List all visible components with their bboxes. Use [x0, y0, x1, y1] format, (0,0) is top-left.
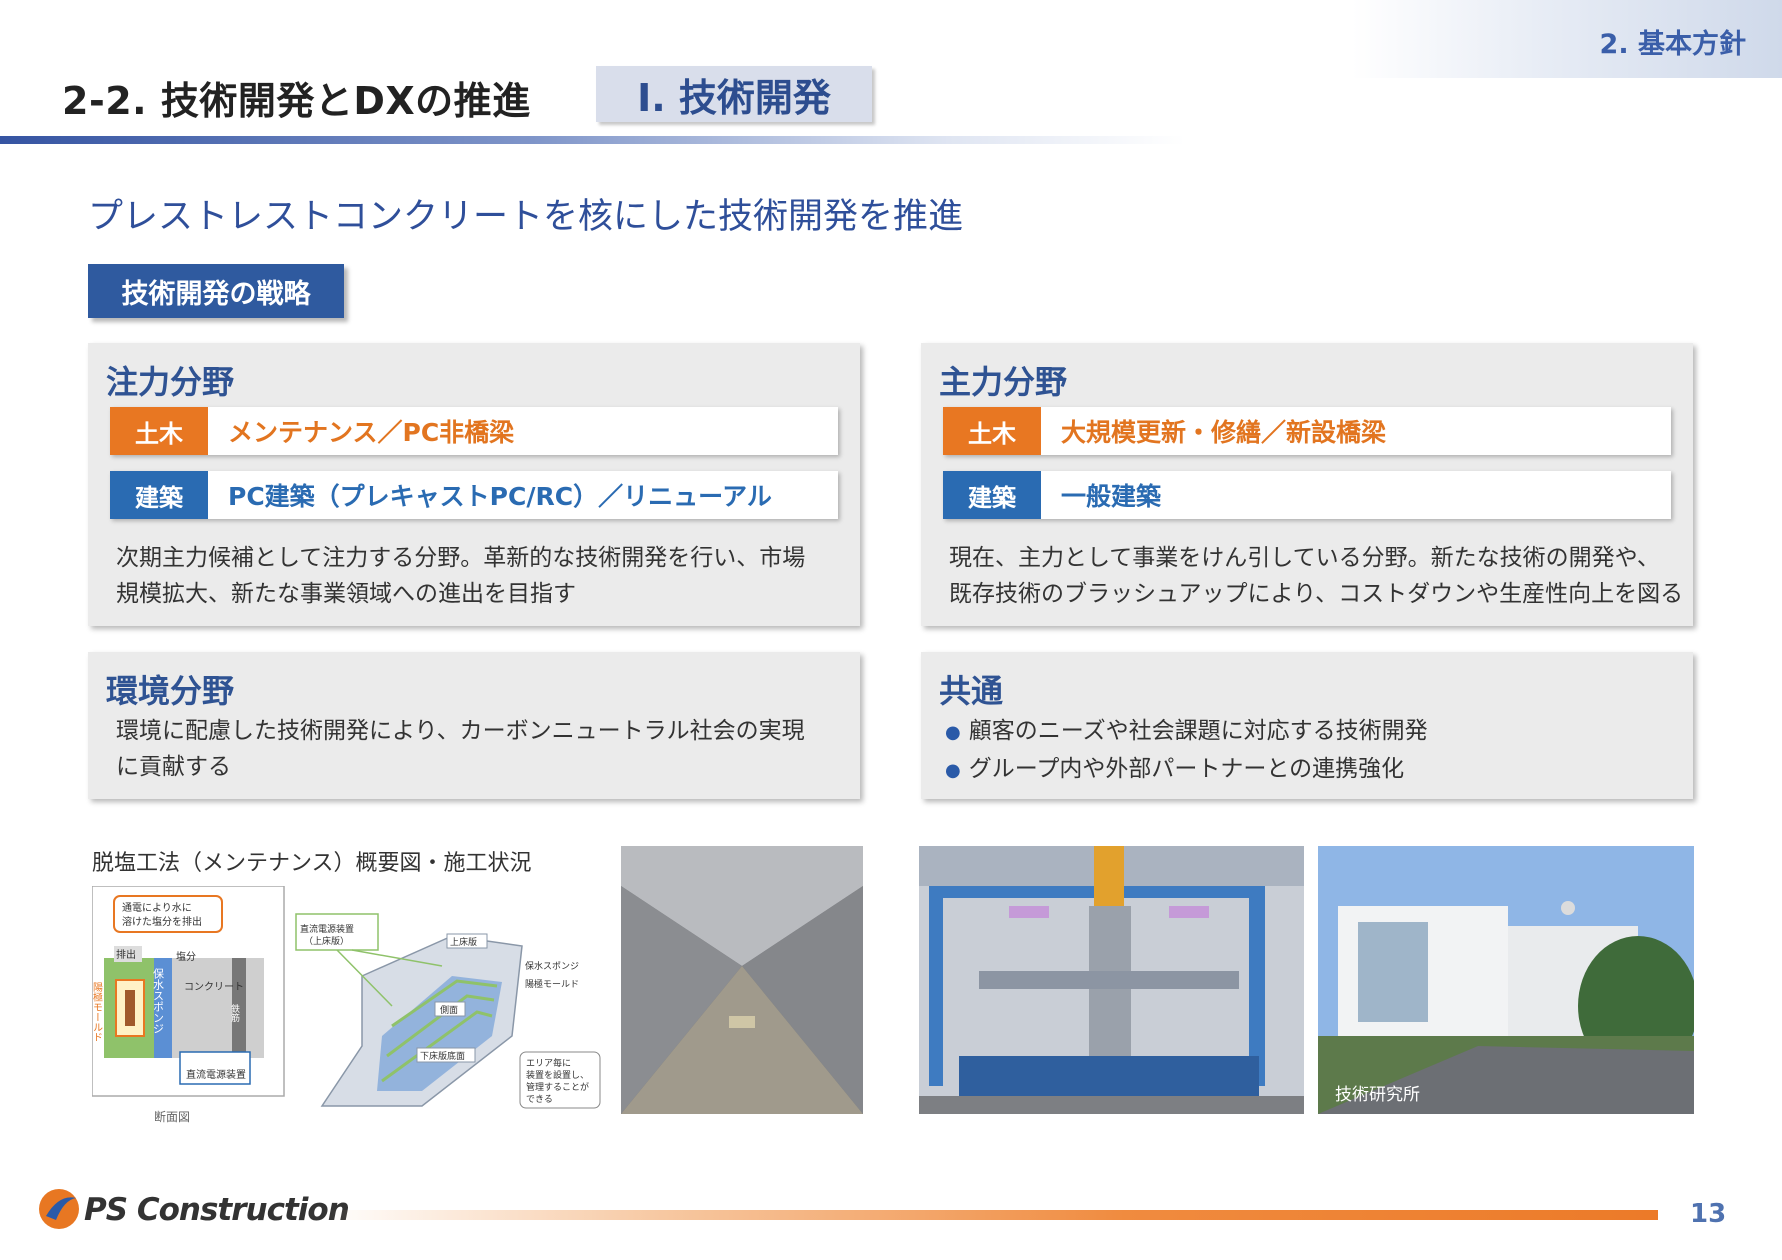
area-note-line: 管理することが [526, 1081, 589, 1093]
list-item: ● グループ内や外部パートナーとの連携強化 [945, 751, 1428, 789]
figure-caption: 脱塩工法（メンテナンス）概要図・施工状況 [92, 851, 532, 876]
focus-civil-text: メンテナンス／PC非橋梁 [228, 418, 515, 447]
focus-civil-row: 土木 メンテナンス／PC非橋梁 [110, 407, 838, 455]
jack [1009, 906, 1049, 918]
steel-column [929, 886, 943, 1086]
title-tag: Ⅰ. 技術開発 [596, 66, 872, 122]
discharge-note-line: 通電により水に [122, 902, 192, 914]
civil-tag: 土木 [110, 407, 208, 455]
strategy-label: 技術開発の戦略 [88, 264, 344, 318]
top-power-supply-text: （上床版） [304, 935, 349, 947]
desalination-diagram: 通電により水に 溶けた塩分を排出 保水スポンジ 陽極モールド 排出 塩分 コンク… [92, 886, 601, 1124]
main-description-line: 既存技術のブラッシュアップにより、コストダウンや生産性向上を図る [949, 581, 1684, 607]
equipment-box [729, 1016, 755, 1028]
environment-heading: 環境分野 [106, 672, 235, 710]
jack [1169, 906, 1209, 918]
anode-label: 陽極モールド [525, 978, 579, 990]
main-field-panel: 主力分野 土木 大規模更新・修繕／新設橋梁 建築 一般建築 現在、主力として事業… [921, 343, 1693, 626]
discharge-text: 排出 [116, 948, 136, 961]
concrete-text: コンクリート [184, 981, 244, 993]
area-note-line: できる [526, 1094, 553, 1105]
testing-lab-photo [919, 846, 1304, 1114]
focus-description-line: 規模拡大、新たな事業領域への進出を目指す [116, 581, 576, 607]
area-note-line: エリア毎に [526, 1057, 571, 1069]
bullet-text: 顧客のニーズや社会課題に対応する技術開発 [968, 718, 1428, 744]
main-civil-text: 大規模更新・修繕／新設橋梁 [1061, 418, 1387, 447]
main-field-heading: 主力分野 [939, 363, 1068, 401]
side-text: 側面 [440, 1004, 458, 1016]
discharge-note-line: 溶けた塩分を排出 [122, 915, 202, 928]
main-building-text: 一般建築 [1061, 482, 1162, 511]
sponge-label: 保水スポンジ [525, 960, 579, 972]
main-description: 現在、主力として事業をけん引している分野。新たな技術の開発や、 既存技術のブラッ… [949, 540, 1683, 612]
bullet-text: グループ内や外部パートナーとの連携強化 [968, 756, 1405, 782]
title-rule [0, 136, 1185, 144]
environment-description-line: 環境に配慮した技術開発により、カーボンニュートラル社会の実現 [116, 718, 805, 744]
bullet-icon: ● [945, 760, 961, 781]
focus-building-text: PC建築（プレキャストPC/RC）／リニューアル [228, 482, 772, 511]
main-building-row: 建築 一般建築 [943, 471, 1671, 519]
company-logo-icon [39, 1189, 79, 1229]
common-heading: 共通 [939, 672, 1004, 710]
lamp-icon [1561, 901, 1575, 915]
main-civil-row: 土木 大規模更新・修繕／新設橋梁 [943, 407, 1671, 455]
main-description-line: 現在、主力として事業をけん引している分野。新たな技術の開発や、 [949, 545, 1660, 571]
environment-description-line: に貢献する [116, 754, 231, 780]
sponge-text: 保水スポンジ [152, 967, 165, 1034]
list-item: ● 顧客のニーズや社会課題に対応する技術開発 [945, 713, 1428, 751]
glass-facade [1358, 922, 1428, 1022]
bullet-icon: ● [945, 722, 961, 743]
lower-slab-text: 下床版底面 [420, 1050, 465, 1062]
construction-site-photo [621, 846, 863, 1114]
section-tag: 2. 基本方針 [1599, 29, 1746, 60]
reaction-base [959, 1056, 1259, 1096]
rebar-text: 鉄筋 [229, 1003, 240, 1023]
environment-description: 環境に配慮した技術開発により、カーボンニュートラル社会の実現 に貢献する [116, 713, 805, 785]
research-institute-photo [1318, 846, 1694, 1114]
civil-tag: 土木 [943, 407, 1041, 455]
section-label: 断面図 [154, 1109, 190, 1124]
upper-slab-text: 上床版 [450, 936, 477, 948]
loading-beam [979, 971, 1239, 989]
area-note-line: 装置を設置し、 [526, 1069, 589, 1081]
page-title: 2-2. 技術開発とDXの推進 [62, 79, 531, 123]
focus-field-panel: 注力分野 土木 メンテナンス／PC非橋梁 建築 PC建築（プレキャストPC/RC… [88, 343, 860, 626]
common-bullet-list: ● 顧客のニーズや社会課題に対応する技術開発 ● グループ内や外部パートナーとの連携… [945, 713, 1428, 789]
focus-building-row: 建築 PC建築（プレキャストPC/RC）／リニューアル [110, 471, 838, 519]
footer-gradient-bar [322, 1210, 1658, 1220]
environment-panel: 環境分野 環境に配慮した技術開発により、カーボンニュートラル社会の実現 に貢献す… [88, 652, 860, 799]
power-supply-text: 直流電源装置 [186, 1068, 246, 1081]
focus-description: 次期主力候補として注力する分野。革新的な技術開発を行い、市場 規模拡大、新たな事… [116, 540, 805, 612]
focus-description-line: 次期主力候補として注力する分野。革新的な技術開発を行い、市場 [116, 545, 806, 571]
actuator [1094, 846, 1124, 906]
company-logo-text: PS Construction [84, 1192, 350, 1228]
anode-mold-text: 陽極モールド [92, 982, 103, 1042]
building-tag: 建築 [943, 471, 1041, 519]
lab-floor [919, 1096, 1304, 1114]
building-caption: 技術研究所 [1335, 1085, 1420, 1105]
page-number: 13 [1690, 1199, 1727, 1229]
anode-core [125, 990, 135, 1026]
subtitle: プレストレストコンクリートを核にした技術開発を推進 [88, 197, 964, 237]
building-tag: 建築 [110, 471, 208, 519]
common-panel: 共通 ● 顧客のニーズや社会課題に対応する技術開発 ● グループ内や外部パートナーと… [921, 652, 1693, 799]
salt-text: 塩分 [176, 950, 196, 963]
top-power-supply-text: 直流電源装置 [300, 923, 354, 935]
focus-field-heading: 注力分野 [106, 363, 235, 401]
